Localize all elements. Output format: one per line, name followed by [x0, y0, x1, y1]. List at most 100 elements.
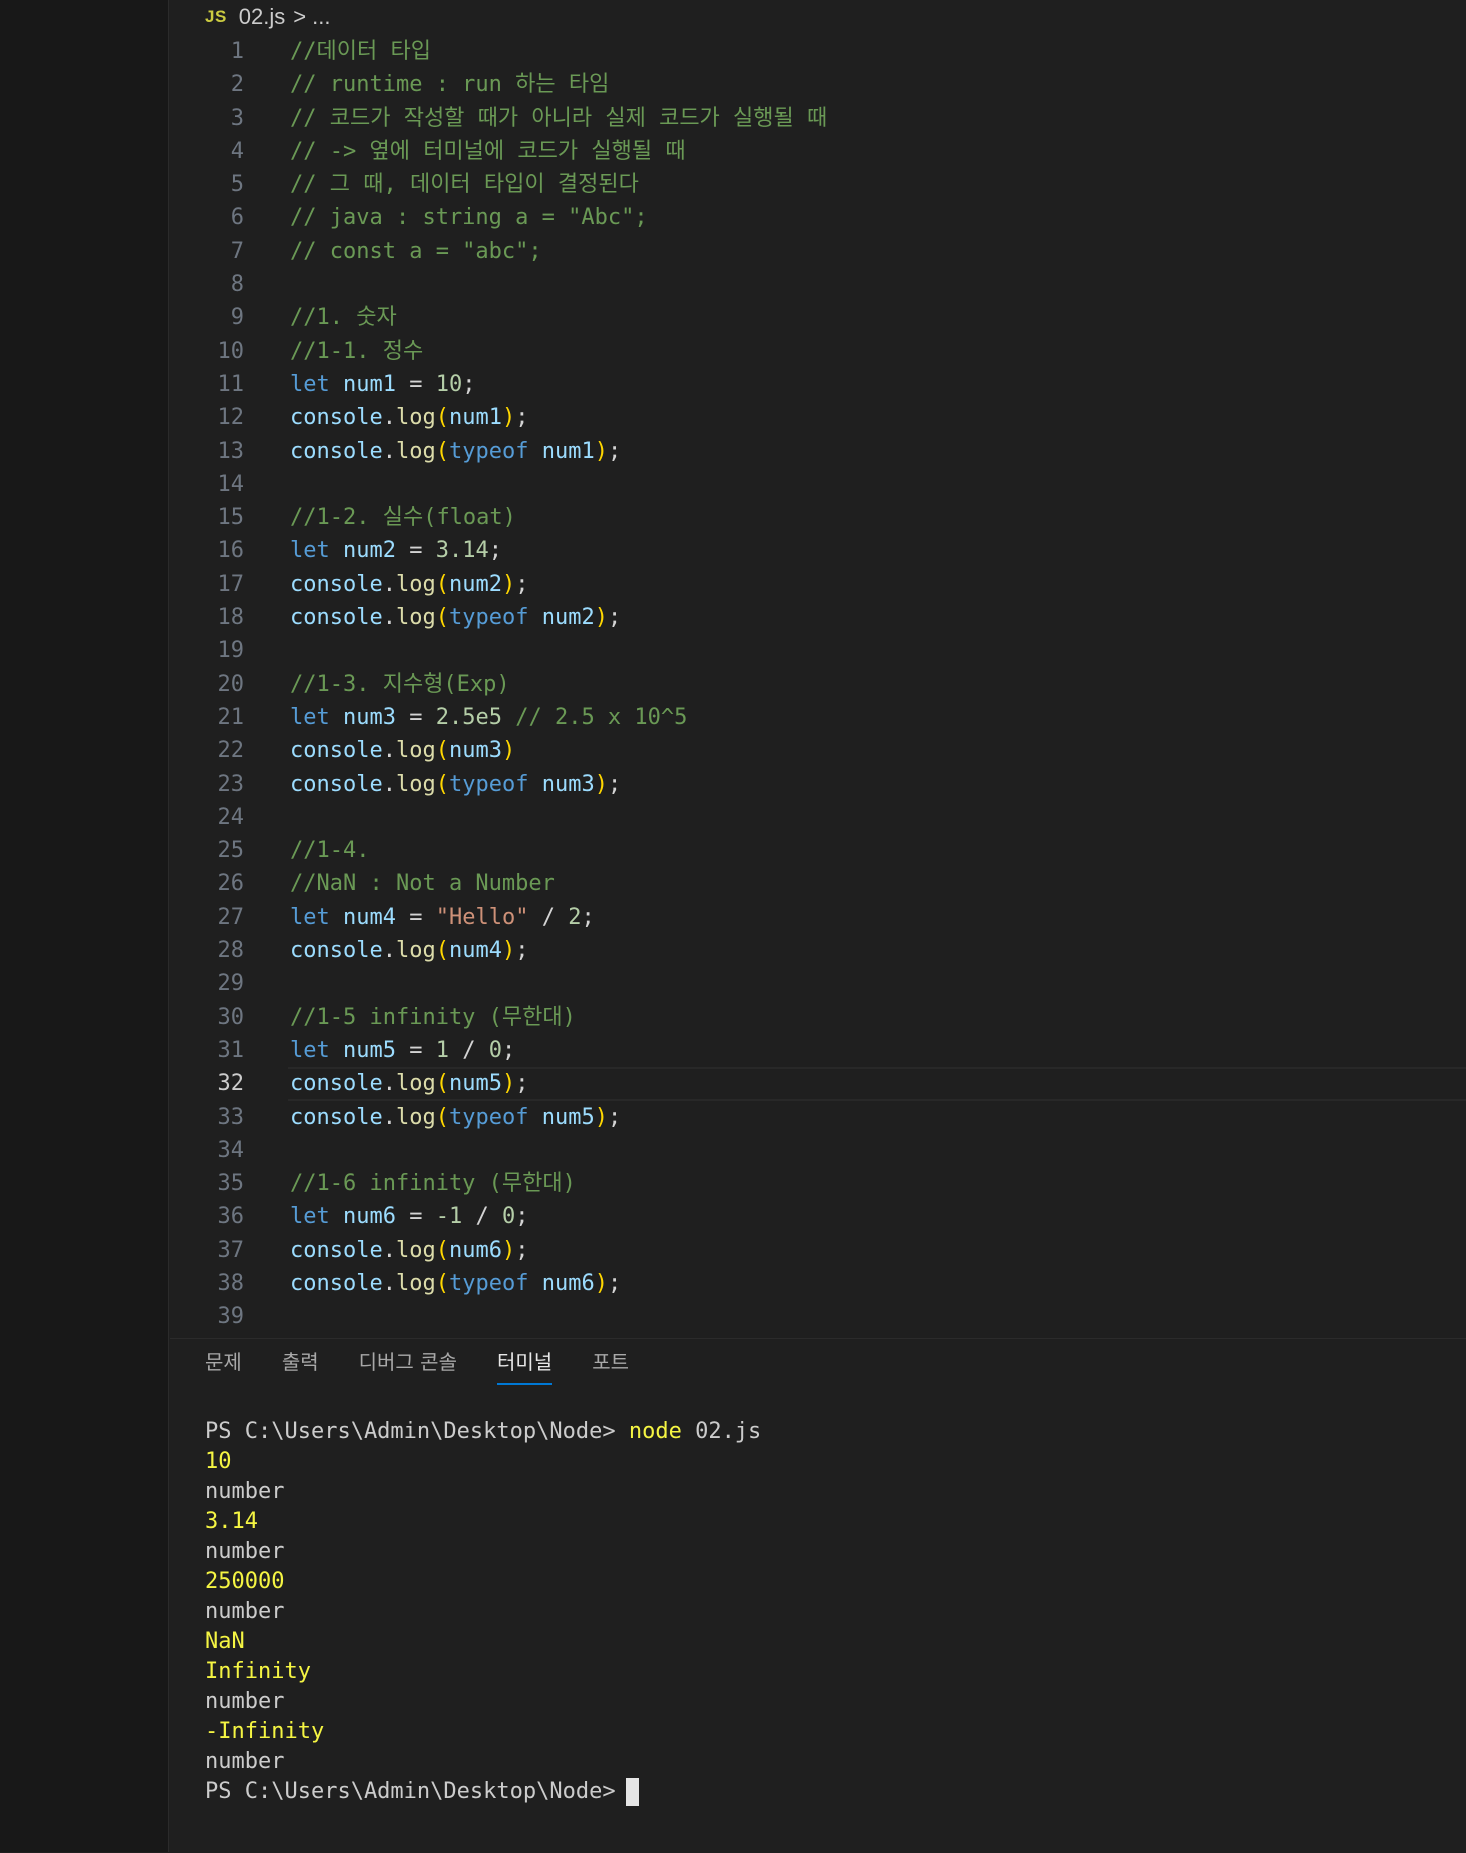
code-token: num5	[448, 1071, 502, 1097]
code-line[interactable]: 29	[170, 967, 1466, 1000]
code-token: 2.5e5	[435, 704, 502, 730]
code-line[interactable]: 20 //1-3. 지수형(Exp)	[170, 668, 1466, 701]
code-line-text: //1. 숫자	[290, 301, 397, 334]
editor-area[interactable]: JS 02.js > ... 1 //데이터 타입 2 // runtime : ru…	[170, 0, 1466, 1338]
code-line[interactable]: 19	[170, 634, 1466, 667]
code-line[interactable]: 32 console.log(num5);	[170, 1067, 1466, 1101]
line-number: 25	[217, 838, 245, 864]
code-token: (	[435, 1104, 449, 1130]
code-line[interactable]: 36 let num6 = -1 / 0;	[170, 1200, 1466, 1233]
line-number: 2	[230, 72, 244, 98]
code-line-text: console.log(num3)	[290, 734, 515, 767]
code-token: // -> 옆에 터미널에 코드가 실행될 때	[290, 138, 686, 164]
code-line[interactable]: 31 let num5 = 1 / 0;	[170, 1034, 1466, 1067]
panel-tab[interactable]: 출력	[282, 1339, 319, 1389]
code-line[interactable]: 17 console.log(num2);	[170, 568, 1466, 601]
code-line-text: console.log(num1);	[290, 401, 528, 434]
line-number: 22	[217, 738, 245, 764]
code-line[interactable]: 10 //1-1. 정수	[170, 335, 1466, 368]
code-line[interactable]: 5 // 그 때, 데이터 타입이 결정된다	[170, 168, 1466, 201]
line-number: 14	[217, 471, 245, 497]
code-line[interactable]: 15 //1-2. 실수(float)	[170, 501, 1466, 534]
panel-tab[interactable]: 포트	[592, 1339, 629, 1389]
code-line[interactable]: 33 console.log(typeof num5);	[170, 1101, 1466, 1134]
code-line[interactable]: 18 console.log(typeof num2);	[170, 601, 1466, 634]
code-line-text: console.log(num2);	[290, 568, 528, 601]
code-line[interactable]: 27 let num4 = "Hello" / 2;	[170, 901, 1466, 934]
code-line[interactable]: 25 //1-4.	[170, 834, 1466, 867]
code-line[interactable]: 21 let num3 = 2.5e5 // 2.5 x 10^5	[170, 701, 1466, 734]
code-token: typeof	[448, 438, 529, 464]
code-line[interactable]: 8	[170, 268, 1466, 301]
breadcrumb-more[interactable]: ...	[312, 4, 330, 30]
code-token: console	[290, 1104, 383, 1130]
code-token: (	[435, 571, 449, 597]
line-number: 34	[217, 1137, 245, 1163]
code-token: console	[290, 738, 383, 764]
code-token: =	[395, 704, 436, 730]
code-line-text: //1-6 infinity (무한대)	[290, 1167, 576, 1200]
code-token: //1-6 infinity (무한대)	[290, 1171, 576, 1197]
code-token: console	[290, 405, 383, 431]
code-token: num2	[343, 538, 396, 564]
code-line[interactable]: 7 // const a = "abc";	[170, 235, 1466, 268]
code-token: )	[501, 571, 516, 597]
code-line[interactable]: 28 console.log(num4);	[170, 934, 1466, 967]
line-number: 7	[230, 238, 244, 264]
code-line[interactable]: 16 let num2 = 3.14;	[170, 534, 1466, 567]
code-line[interactable]: 2 // runtime : run 하는 타임	[170, 68, 1466, 101]
code-line[interactable]: 23 console.log(typeof num3);	[170, 768, 1466, 801]
code-line[interactable]: 4 // -> 옆에 터미널에 코드가 실행될 때	[170, 135, 1466, 168]
code-line[interactable]: 30 //1-5 infinity (무한대)	[170, 1001, 1466, 1034]
code-line[interactable]: 1 //데이터 타입	[170, 35, 1466, 68]
code-token: 10	[435, 371, 463, 397]
code-token: num2	[541, 605, 595, 631]
code-line[interactable]: 38 console.log(typeof num6);	[170, 1267, 1466, 1300]
code-token: (	[435, 771, 449, 797]
code-token: )	[501, 1237, 516, 1263]
code-token: log	[395, 938, 436, 964]
code-line[interactable]: 9 //1. 숫자	[170, 301, 1466, 334]
code-line[interactable]: 26 //NaN : Not a Number	[170, 867, 1466, 900]
code-line[interactable]: 13 console.log(typeof num1);	[170, 435, 1466, 468]
code-token: =	[395, 904, 436, 930]
line-number: 32	[217, 1071, 245, 1097]
code-token: num1	[343, 371, 396, 397]
code-line-text: //1-4.	[290, 834, 369, 867]
panel-tab[interactable]: 문제	[205, 1339, 242, 1389]
code-token: .	[382, 938, 396, 964]
code-line[interactable]: 39	[170, 1300, 1466, 1333]
code-line[interactable]: 34	[170, 1134, 1466, 1167]
panel-tab[interactable]: 터미널	[496, 1339, 553, 1389]
code-line[interactable]: 6 // java : string a = "Abc";	[170, 201, 1466, 234]
code-line[interactable]: 35 //1-6 infinity (무한대)	[170, 1167, 1466, 1200]
code-line[interactable]: 22 console.log(num3)	[170, 734, 1466, 767]
line-number: 5	[230, 172, 244, 198]
code-token: // 2.5 x 10^5	[515, 704, 688, 730]
terminal-output-line: number	[205, 1479, 285, 1504]
code-line[interactable]: 12 console.log(num1);	[170, 401, 1466, 434]
breadcrumb-file-name[interactable]: 02.js	[239, 4, 285, 30]
code-token: let	[290, 538, 330, 564]
code-token: log	[395, 1071, 436, 1097]
code-token: log	[395, 738, 436, 764]
line-number: 30	[217, 1004, 245, 1030]
code-line[interactable]: 37 console.log(num6);	[170, 1234, 1466, 1267]
code-line[interactable]: 3 // 코드가 작성할 때가 아니라 실제 코드가 실행될 때	[170, 102, 1466, 135]
code-token: ;	[515, 405, 529, 431]
code-line[interactable]: 14	[170, 468, 1466, 501]
code-editor[interactable]: 1 //데이터 타입 2 // runtime : run 하는 타임 3 // 코드가 …	[170, 35, 1466, 1334]
terminal[interactable]: PS C:\Users\Admin\Desktop\Node> node 02.…	[205, 1417, 761, 1807]
code-line[interactable]: 11 let num1 = 10;	[170, 368, 1466, 401]
code-token: //NaN : Not a Number	[290, 871, 555, 897]
code-token: // runtime : run 하는 타임	[290, 72, 610, 98]
code-line[interactable]: 24	[170, 801, 1466, 834]
panel-tab[interactable]: 디버그 콘솔	[359, 1339, 457, 1389]
code-token: //1-4.	[290, 838, 370, 864]
code-token: .	[382, 405, 396, 431]
